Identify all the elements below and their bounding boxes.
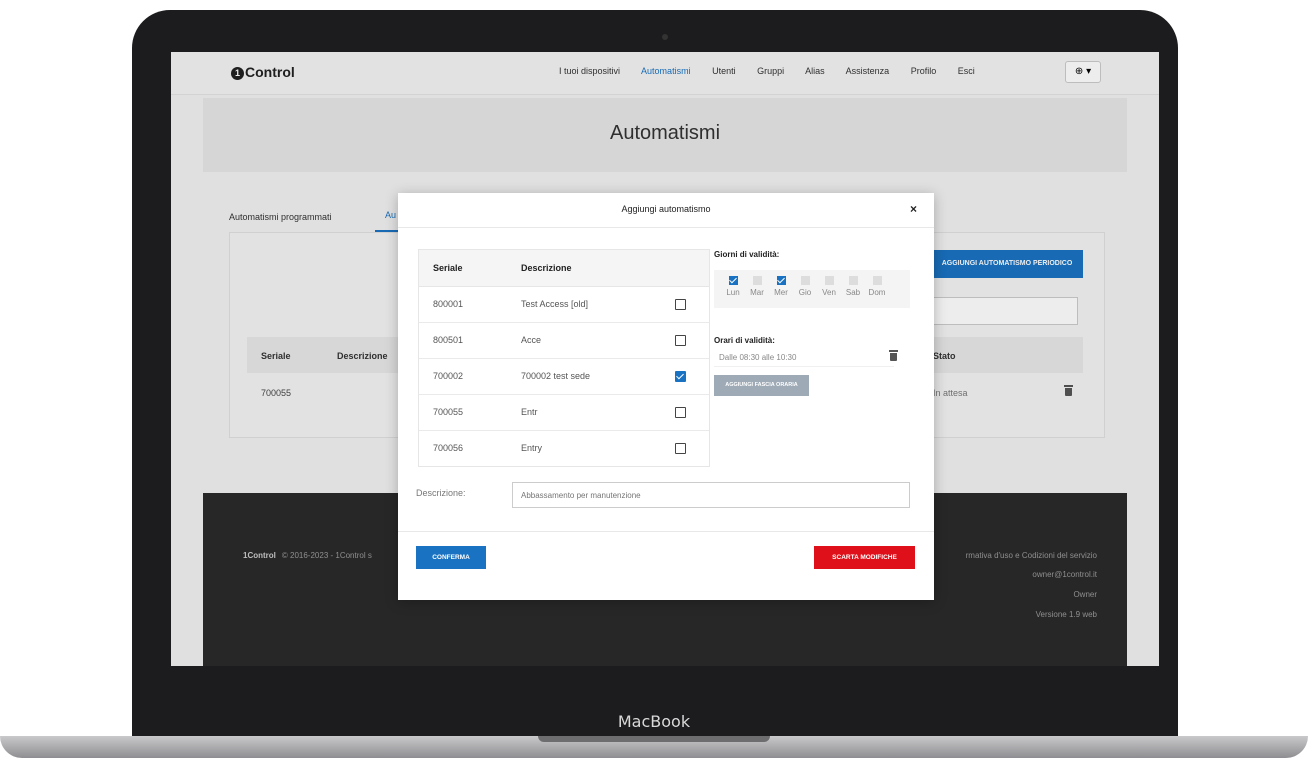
device-description: Acce [521, 335, 542, 345]
device-description: 700002 test sede [521, 371, 591, 381]
device-table-header: Seriale Descrizione [419, 250, 709, 287]
days-selector: Lun Mar Mer Gio Ven Sab Dom [714, 270, 910, 308]
table-row[interactable]: 700056 Entry [419, 431, 709, 466]
device-serial: 800001 [433, 299, 464, 309]
device-serial: 700056 [433, 443, 464, 453]
device-checkbox[interactable] [675, 335, 686, 346]
days-label: Giorni di validità: [714, 250, 780, 259]
day-label: Lun [726, 288, 740, 297]
day-mer[interactable]: Mer [770, 276, 792, 297]
divider [398, 531, 934, 532]
day-mar[interactable]: Mar [746, 276, 768, 297]
time-slot-text: Dalle 08:30 alle 10:30 [719, 353, 797, 362]
device-checkbox[interactable] [675, 407, 686, 418]
add-automation-modal: Aggiungi automatismo × Seriale Descrizio… [398, 193, 934, 600]
day-lun[interactable]: Lun [722, 276, 744, 297]
device-serial: 800501 [433, 335, 464, 345]
table-row[interactable]: 800001 Test Access [old] [419, 287, 709, 323]
divider [398, 227, 934, 228]
device-checkbox[interactable] [675, 443, 686, 454]
day-label: Mar [750, 288, 764, 297]
description-label: Descrizione: [416, 488, 466, 498]
device-table: Seriale Descrizione 800001 Test Access [… [418, 249, 710, 467]
day-checkbox[interactable] [752, 276, 762, 285]
device-serial: 700055 [433, 407, 464, 417]
day-ven[interactable]: Ven [818, 276, 840, 297]
close-icon[interactable]: × [910, 202, 917, 216]
day-checkbox[interactable] [728, 276, 738, 285]
day-checkbox[interactable] [872, 276, 882, 285]
device-description: Test Access [old] [521, 299, 589, 309]
day-checkbox[interactable] [776, 276, 786, 285]
device-description: Entr [521, 407, 538, 417]
modal-title: Aggiungi automatismo [621, 204, 711, 214]
header-description: Descrizione [521, 263, 572, 273]
table-row[interactable]: 800501 Acce [419, 323, 709, 359]
device-description: Entry [521, 443, 543, 453]
device-checkbox[interactable] [675, 299, 686, 310]
day-checkbox[interactable] [848, 276, 858, 285]
laptop-notch [538, 736, 770, 742]
header-serial: Seriale [433, 263, 463, 273]
discard-button[interactable]: SCARTA MODIFICHE [814, 546, 915, 569]
hours-label: Orari di validità: [714, 336, 775, 345]
device-serial: 700002 [433, 371, 464, 381]
device-checkbox[interactable] [675, 371, 686, 382]
day-label: Ven [822, 288, 836, 297]
table-row[interactable]: 700055 Entr [419, 395, 709, 431]
table-row[interactable]: 700002 700002 test sede [419, 359, 709, 395]
screen: 1 Control I tuoi dispositivi Automatismi … [171, 52, 1159, 666]
day-checkbox[interactable] [800, 276, 810, 285]
day-sab[interactable]: Sab [842, 276, 864, 297]
day-label: Mer [774, 288, 788, 297]
laptop-brand: MacBook [617, 712, 691, 731]
day-gio[interactable]: Gio [794, 276, 816, 297]
day-dom[interactable]: Dom [866, 276, 888, 297]
day-checkbox[interactable] [824, 276, 834, 285]
camera [662, 34, 668, 40]
add-time-slot-button[interactable]: AGGIUNGI FASCIA ORARIA [714, 375, 809, 396]
description-input[interactable] [512, 482, 910, 508]
day-label: Sab [845, 288, 861, 297]
trash-icon[interactable] [889, 350, 898, 361]
day-label: Gio [798, 288, 812, 297]
confirm-button[interactable]: CONFERMA [416, 546, 486, 569]
time-slot: Dalle 08:30 alle 10:30 [714, 348, 898, 367]
day-label: Dom [868, 288, 886, 297]
